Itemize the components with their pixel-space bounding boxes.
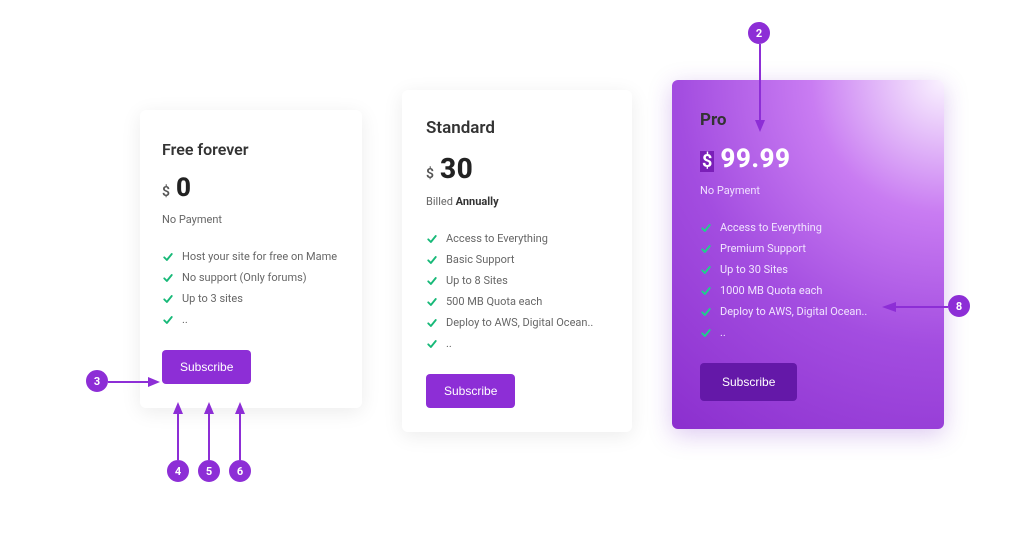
check-icon bbox=[162, 251, 174, 263]
plan-card-pro: Pro $ 99.99 No Payment Access to Everyth… bbox=[672, 80, 944, 429]
annotation-arrow-icon bbox=[170, 400, 186, 460]
annotation-badge-2: 2 bbox=[748, 22, 770, 44]
plan-card-free: Free forever $ 0 No Payment Host your si… bbox=[140, 110, 362, 408]
feature-text: .. bbox=[446, 337, 452, 350]
feature-text: Deploy to AWS, Digital Ocean.. bbox=[446, 316, 593, 329]
check-icon bbox=[426, 275, 438, 287]
check-icon bbox=[700, 285, 712, 297]
feature-text: Host your site for free on Mame bbox=[182, 250, 337, 263]
price-value: 99.99 bbox=[720, 144, 790, 174]
feature-text: Deploy to AWS, Digital Ocean.. bbox=[720, 305, 867, 318]
currency-symbol: $ bbox=[426, 166, 434, 182]
list-item: .. bbox=[426, 333, 608, 354]
billing-note: Billed Annually bbox=[426, 195, 608, 208]
subscribe-button[interactable]: Subscribe bbox=[700, 363, 797, 401]
annotation-badge-8: 8 bbox=[948, 295, 970, 317]
feature-list: Access to Everything Premium Support Up … bbox=[700, 217, 916, 343]
subscribe-button[interactable]: Subscribe bbox=[426, 374, 515, 408]
list-item: Up to 3 sites bbox=[162, 288, 340, 309]
billing-cycle: Annually bbox=[456, 195, 499, 208]
list-item: Basic Support bbox=[426, 249, 608, 270]
plan-title: Free forever bbox=[162, 140, 340, 159]
price-value: 30 bbox=[440, 152, 473, 185]
check-icon bbox=[162, 314, 174, 326]
annotation-arrow-icon bbox=[108, 372, 162, 392]
check-icon bbox=[700, 327, 712, 339]
feature-text: No support (Only forums) bbox=[182, 271, 307, 284]
annotation-badge-5: 5 bbox=[198, 460, 220, 482]
annotation-arrow-icon bbox=[232, 400, 248, 460]
annotation-badge-4: 4 bbox=[167, 460, 189, 482]
check-icon bbox=[426, 254, 438, 266]
billing-note: No Payment bbox=[162, 213, 340, 226]
feature-text: Up to 30 Sites bbox=[720, 263, 788, 276]
list-item: Deploy to AWS, Digital Ocean.. bbox=[426, 312, 608, 333]
feature-text: 500 MB Quota each bbox=[446, 295, 542, 308]
feature-list: Host your site for free on Mame No suppo… bbox=[162, 246, 340, 330]
check-icon bbox=[426, 317, 438, 329]
billing-prefix: Billed bbox=[426, 195, 456, 208]
list-item: Host your site for free on Mame bbox=[162, 246, 340, 267]
feature-text: Up to 8 Sites bbox=[446, 274, 508, 287]
price-line: $ 99.99 bbox=[700, 144, 916, 174]
annotation-arrow-icon bbox=[880, 298, 950, 316]
list-item: Access to Everything bbox=[426, 228, 608, 249]
plan-title: Pro bbox=[700, 110, 916, 130]
annotation-arrow-icon bbox=[748, 44, 772, 134]
list-item: Up to 30 Sites bbox=[700, 259, 916, 280]
check-icon bbox=[700, 222, 712, 234]
feature-text: Premium Support bbox=[720, 242, 806, 255]
annotation-badge-6: 6 bbox=[229, 460, 251, 482]
feature-text: Up to 3 sites bbox=[182, 292, 243, 305]
check-icon bbox=[426, 338, 438, 350]
check-icon bbox=[700, 243, 712, 255]
annotation-arrow-icon bbox=[201, 400, 217, 460]
list-item: No support (Only forums) bbox=[162, 267, 340, 288]
currency-symbol: $ bbox=[700, 151, 714, 172]
plan-card-standard: Standard $ 30 Billed Annually Access to … bbox=[402, 90, 632, 432]
list-item: .. bbox=[162, 309, 340, 330]
plan-title: Standard bbox=[426, 118, 608, 138]
check-icon bbox=[700, 264, 712, 276]
feature-list: Access to Everything Basic Support Up to… bbox=[426, 228, 608, 354]
list-item: Premium Support bbox=[700, 238, 916, 259]
check-icon bbox=[162, 293, 174, 305]
check-icon bbox=[162, 272, 174, 284]
price-line: $ 30 bbox=[426, 152, 608, 185]
check-icon bbox=[426, 233, 438, 245]
list-item: Access to Everything bbox=[700, 217, 916, 238]
check-icon bbox=[426, 296, 438, 308]
price-line: $ 0 bbox=[162, 173, 340, 203]
pricing-row: Free forever $ 0 No Payment Host your si… bbox=[140, 110, 944, 432]
check-icon bbox=[700, 306, 712, 318]
list-item: .. bbox=[700, 322, 916, 343]
feature-text: .. bbox=[182, 313, 188, 326]
feature-text: Basic Support bbox=[446, 253, 515, 266]
feature-text: Access to Everything bbox=[720, 221, 822, 234]
price-value: 0 bbox=[176, 173, 192, 203]
billing-note: No Payment bbox=[700, 184, 916, 197]
list-item: Up to 8 Sites bbox=[426, 270, 608, 291]
annotation-badge-3: 3 bbox=[86, 370, 108, 392]
subscribe-button[interactable]: Subscribe bbox=[162, 350, 251, 384]
currency-symbol: $ bbox=[162, 184, 170, 200]
feature-text: Access to Everything bbox=[446, 232, 548, 245]
feature-text: 1000 MB Quota each bbox=[720, 284, 823, 297]
list-item: 500 MB Quota each bbox=[426, 291, 608, 312]
feature-text: .. bbox=[720, 326, 726, 339]
